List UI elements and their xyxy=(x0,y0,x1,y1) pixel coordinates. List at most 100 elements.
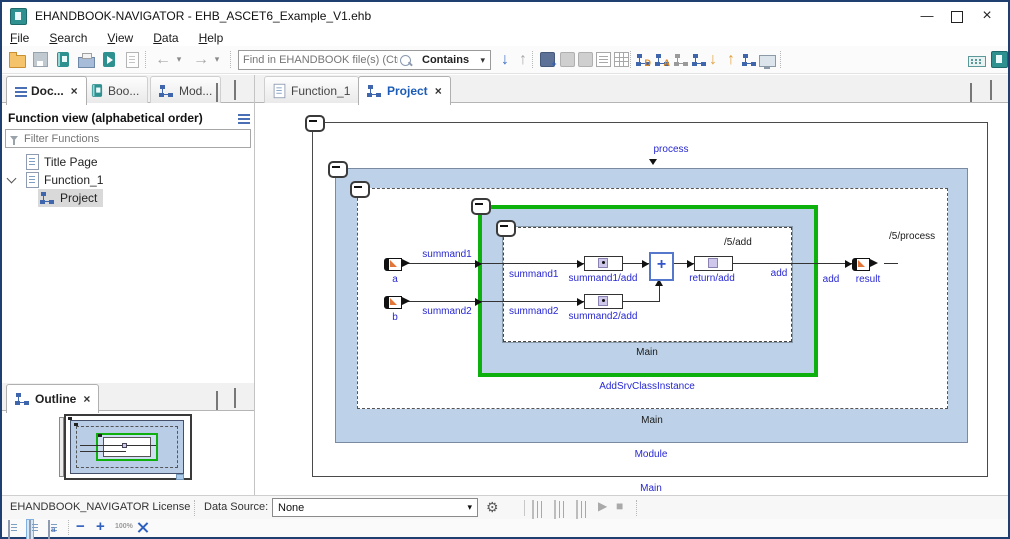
menu-search[interactable]: Search xyxy=(49,31,87,45)
find-input[interactable] xyxy=(239,53,400,67)
close-button[interactable]: × xyxy=(972,4,1002,28)
annotation-page-view-icon[interactable]: a xyxy=(48,520,55,539)
outline-resize-handle[interactable] xyxy=(176,474,184,480)
navigate-forward-icon[interactable]: → xyxy=(192,50,210,69)
component-unplug-icon[interactable] xyxy=(576,50,594,69)
collapse-class-button[interactable] xyxy=(471,198,491,215)
module-label: Module xyxy=(634,449,668,460)
arrowhead xyxy=(845,260,852,268)
minimize-editor-icon xyxy=(970,83,972,102)
component-history-icon[interactable] xyxy=(558,50,576,69)
data-source-dropdown[interactable]: None ▾ xyxy=(272,498,478,517)
minimize-editor-button[interactable] xyxy=(970,83,972,102)
maximize-panel-button[interactable] xyxy=(234,80,236,100)
find-next-icon[interactable]: ↓ xyxy=(496,50,514,69)
filter-functions-input[interactable] xyxy=(22,131,236,146)
tree-item-title-page[interactable]: Title Page xyxy=(26,153,98,171)
summand2-add-label: summand2/add xyxy=(568,311,638,322)
collapse-outer-main-button[interactable] xyxy=(305,115,325,132)
menu-bar: File Search View Data Help xyxy=(2,30,1008,46)
table-config-icon[interactable] xyxy=(612,50,630,69)
tab-label: Project xyxy=(387,84,428,98)
input-a-label: a xyxy=(392,274,398,285)
stop-icon[interactable]: ■ xyxy=(616,499,623,513)
find-previous-icon[interactable]: ↑ xyxy=(514,50,532,69)
experiment-window-icon[interactable] xyxy=(532,500,534,519)
tab-documents[interactable]: Doc... × xyxy=(6,76,87,105)
process-pointer-icon xyxy=(649,159,657,165)
drill-up-icon[interactable]: ↑ xyxy=(722,50,740,69)
print-icon[interactable] xyxy=(77,50,95,69)
single-page-view-icon[interactable] xyxy=(8,520,10,539)
zoom-100-button[interactable]: 100% xyxy=(115,523,133,530)
show-data-icon[interactable]: D xyxy=(634,50,652,69)
mid-main-label: Main xyxy=(641,415,663,426)
summand2-add-block[interactable] xyxy=(584,294,623,309)
calibrate-window-icon[interactable] xyxy=(576,500,578,519)
show-links-icon[interactable] xyxy=(672,50,690,69)
drill-down-icon[interactable]: ↓ xyxy=(704,50,722,69)
input-port-a[interactable] xyxy=(384,258,410,271)
return-add-block[interactable] xyxy=(694,256,733,271)
tab-function-1[interactable]: Function_1 xyxy=(264,76,360,104)
diagram-canvas[interactable]: Main process Module Main AddSrvClassInst… xyxy=(257,103,1008,495)
menu-help[interactable]: Help xyxy=(199,31,224,45)
adder-block[interactable]: + xyxy=(649,252,674,281)
minimize-panel-button[interactable] xyxy=(216,83,218,102)
tab-bookmarks[interactable]: Boo... xyxy=(82,76,149,104)
input-port-b[interactable] xyxy=(384,296,410,309)
add-component-icon[interactable]: + xyxy=(538,50,557,69)
save-icon[interactable] xyxy=(31,50,49,69)
tree-expander-icon[interactable] xyxy=(6,173,17,183)
tab-outline[interactable]: Outline × xyxy=(6,384,100,413)
tree-item-project[interactable]: Project xyxy=(38,189,104,207)
panel-splitter[interactable] xyxy=(254,75,255,495)
outer-main-label: Main xyxy=(640,483,662,494)
close-icon[interactable]: × xyxy=(71,84,78,98)
tab-label: Boo... xyxy=(108,83,140,98)
tab-models[interactable]: Mod... xyxy=(150,76,222,104)
minimize-outline-button[interactable] xyxy=(216,391,218,410)
list-view-icon[interactable] xyxy=(594,50,612,69)
forward-history-caret-icon[interactable]: ▾ xyxy=(212,50,222,69)
diagram-overview-icon[interactable] xyxy=(740,50,758,69)
presentation-view-icon[interactable] xyxy=(758,50,776,69)
arrowhead xyxy=(687,260,694,268)
about-ehandbook-icon[interactable] xyxy=(990,50,1008,69)
play-icon[interactable]: ▶ xyxy=(598,499,607,513)
collapse-inner-main-button[interactable] xyxy=(496,220,516,237)
ehandbook-file-icon[interactable] xyxy=(54,50,72,69)
maximize-editor-button[interactable] xyxy=(990,80,992,100)
book-view-button[interactable] xyxy=(26,519,34,539)
menu-file[interactable]: File xyxy=(10,31,29,45)
contains-dropdown[interactable]: Contains ▾ xyxy=(417,50,491,70)
show-annotations-icon[interactable]: A xyxy=(653,50,671,69)
minimize-button[interactable]: — xyxy=(912,4,942,28)
maximize-button[interactable] xyxy=(942,4,972,28)
zoom-in-button[interactable]: + xyxy=(96,518,105,535)
close-icon[interactable]: × xyxy=(435,84,442,98)
collapse-mid-main-button[interactable] xyxy=(350,181,370,198)
zoom-out-button[interactable]: − xyxy=(76,518,85,535)
class-label: AddSrvClassInstance xyxy=(599,381,695,392)
export-icon[interactable] xyxy=(100,50,118,69)
tree-item-label: Title Page xyxy=(44,155,98,169)
maximize-outline-button[interactable] xyxy=(234,388,236,408)
back-history-caret-icon[interactable]: ▾ xyxy=(174,50,184,69)
tab-project[interactable]: Project × xyxy=(358,76,451,105)
collapse-module-button[interactable] xyxy=(328,161,348,178)
tree-item-function-1[interactable]: Function_1 xyxy=(6,171,103,189)
close-icon[interactable]: × xyxy=(83,392,90,406)
settings-gear-icon[interactable]: ⚙ xyxy=(486,500,499,514)
measure-window-icon[interactable] xyxy=(554,500,556,519)
pdf-export-icon[interactable] xyxy=(123,50,141,69)
output-port-result[interactable] xyxy=(852,258,878,271)
keyboard-shortcuts-icon[interactable] xyxy=(968,50,986,69)
navigate-back-icon[interactable]: ← xyxy=(154,50,172,69)
summand1-add-block[interactable] xyxy=(584,256,623,271)
outline-thumbnail[interactable] xyxy=(64,414,192,480)
summand2-inner-label: summand2 xyxy=(509,306,559,317)
menu-data[interactable]: Data xyxy=(153,31,178,45)
menu-view[interactable]: View xyxy=(107,31,133,45)
open-file-icon[interactable] xyxy=(8,50,26,69)
